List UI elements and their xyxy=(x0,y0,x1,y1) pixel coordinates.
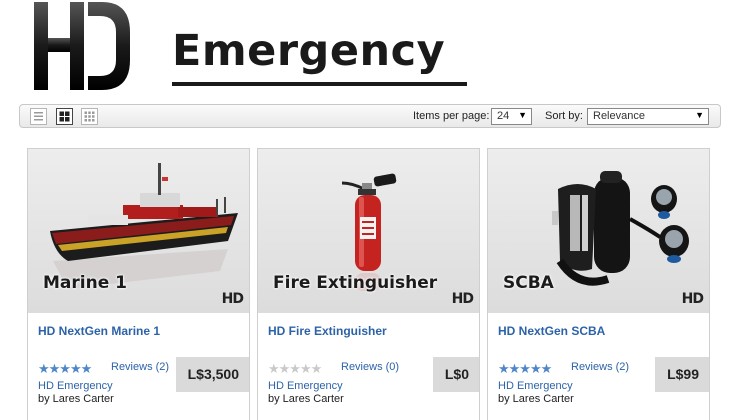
items-per-page-value: 24 xyxy=(497,110,510,122)
merchant-link[interactable]: HD Emergency xyxy=(38,380,113,392)
product-image[interactable]: Marine 1 HD xyxy=(28,149,249,313)
brand-watermark: HD xyxy=(221,291,244,307)
reviews-link[interactable]: Reviews (0) xyxy=(341,361,399,373)
price-badge: L$99 xyxy=(655,357,709,392)
rating-stars: ★★★★★ xyxy=(38,361,92,376)
merchant-link[interactable]: HD Emergency xyxy=(268,380,343,392)
merchant-link[interactable]: HD Emergency xyxy=(498,380,573,392)
price-badge: L$0 xyxy=(432,357,479,392)
sort-by-label: Sort by: xyxy=(545,110,583,122)
reviews-link[interactable]: Reviews (2) xyxy=(571,361,629,373)
chevron-down-icon: ▼ xyxy=(518,110,527,120)
product-image[interactable]: Fire Extinguisher HD xyxy=(258,149,479,313)
rating-stars: ★★★★★ xyxy=(498,361,552,376)
author-text: by Lares Carter xyxy=(38,393,114,405)
chevron-down-icon: ▼ xyxy=(695,110,704,120)
product-image-caption: Fire Extinguisher xyxy=(273,273,438,293)
price-badge: L$3,500 xyxy=(175,357,249,392)
reviews-link[interactable]: Reviews (2) xyxy=(111,361,169,373)
sort-by-select[interactable]: Relevance ▼ xyxy=(587,108,709,125)
product-card: SCBA HD HD NextGen SCBA ★★★★★ Reviews (2… xyxy=(487,148,710,420)
author-text: by Lares Carter xyxy=(268,393,344,405)
store-logo[interactable]: Emergency xyxy=(32,2,467,94)
logo-underline xyxy=(172,82,467,86)
items-per-page-label: Items per page: xyxy=(413,110,490,122)
author-text: by Lares Carter xyxy=(498,393,574,405)
product-card: Fire Extinguisher HD HD Fire Extinguishe… xyxy=(257,148,480,420)
product-title[interactable]: HD NextGen Marine 1 xyxy=(38,324,160,338)
hd-logo-mark xyxy=(34,2,130,90)
list-view-icon xyxy=(34,112,43,121)
store-name: Emergency xyxy=(172,26,446,76)
brand-watermark: HD xyxy=(451,291,474,307)
product-card: Marine 1 HD HD NextGen Marine 1 ★★★★★ Re… xyxy=(27,148,250,420)
product-title[interactable]: HD Fire Extinguisher xyxy=(268,324,387,338)
grid-view-icon xyxy=(59,111,70,122)
product-image-caption: SCBA xyxy=(503,273,554,293)
product-image-caption: Marine 1 xyxy=(43,273,127,293)
grid-view-button[interactable] xyxy=(56,108,73,125)
items-per-page-select[interactable]: 24 ▼ xyxy=(491,108,532,125)
rating-stars: ★★★★★ xyxy=(268,361,322,376)
listing-toolbar: Items per page: 24 ▼ Sort by: Relevance … xyxy=(19,104,721,128)
sort-by-value: Relevance xyxy=(593,110,645,122)
product-title[interactable]: HD NextGen SCBA xyxy=(498,324,605,338)
product-image[interactable]: SCBA HD xyxy=(488,149,709,313)
list-view-button[interactable] xyxy=(30,108,47,125)
small-grid-view-icon xyxy=(84,111,95,122)
brand-watermark: HD xyxy=(681,291,704,307)
small-grid-view-button[interactable] xyxy=(81,108,98,125)
